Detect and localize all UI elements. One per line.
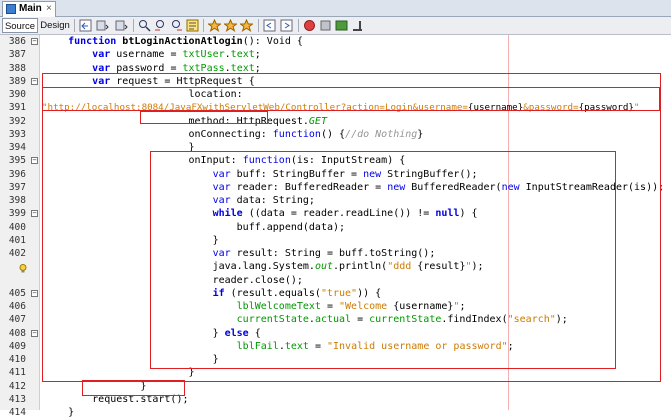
code-line: } (44, 234, 219, 246)
source-view-button[interactable]: Source (2, 18, 38, 33)
code-line: request.start(); (44, 393, 189, 405)
line-number: 394 (8, 142, 26, 153)
line-number: 395 (8, 155, 26, 167)
code-line: if (result.equals("true")) { (212, 287, 382, 299)
code-line: } (44, 380, 147, 392)
code-line: method: HttpRequest.GET (44, 115, 327, 127)
design-view-button[interactable]: Design (40, 18, 70, 33)
line-number: 409 (8, 340, 26, 352)
next-bookmark-icon[interactable] (240, 19, 253, 32)
toolbar-separator (74, 19, 75, 32)
code-line: while ((data = reader.readLine()) != nul… (212, 208, 478, 220)
code-editor[interactable]: function btLoginActionAtlogin(): Void { … (41, 35, 671, 418)
forward-icon[interactable] (115, 19, 128, 32)
line-number: 390 (8, 89, 26, 100)
line-number: 400 (8, 221, 26, 233)
toolbar-separator (298, 19, 299, 32)
fold-toggle-icon[interactable]: − (31, 157, 38, 165)
editor-tab-bar: Main × (0, 0, 671, 17)
code-line: lblWelcomeText = "Welcome {username}"; (236, 301, 466, 312)
line-number: 412 (8, 380, 26, 392)
tab-main-label: Main (19, 3, 42, 14)
line-number: 410 (8, 354, 26, 365)
code-line: } (44, 354, 219, 365)
line-number: 402 (8, 248, 26, 259)
line-number-gutter: 386−387 388 389−390 391 392 393 394 395−396 397 3… (0, 35, 40, 418)
close-tab-icon[interactable]: × (46, 3, 52, 14)
start-macro-icon[interactable] (303, 19, 316, 32)
editor-toolbar: Source Design (0, 17, 671, 35)
back-icon[interactable] (96, 19, 109, 32)
line-number: 407 (8, 314, 26, 326)
line-number: 411 (8, 367, 26, 379)
shift-right-icon[interactable] (280, 19, 293, 32)
stop-macro-icon[interactable] (319, 19, 332, 32)
code-line: reader.close(); (44, 274, 303, 286)
javafx-file-icon (6, 4, 16, 14)
code-line: "http://localhost:8084/JavaFXwithServlet… (42, 102, 640, 114)
comment-icon[interactable] (335, 19, 348, 32)
code-line: location: (44, 89, 243, 100)
code-line: lblFail.text = "Invalid username or pass… (236, 340, 514, 352)
fold-toggle-icon[interactable]: − (31, 329, 38, 337)
last-edit-icon[interactable] (79, 19, 92, 32)
code-line: var password = txtPass.text; (92, 62, 261, 74)
code-line: var buff: StringBuffer = new StringBuffe… (212, 168, 478, 180)
code-line: } else { (44, 327, 261, 339)
line-number: 386 (8, 36, 26, 47)
code-line: var data: String; (212, 195, 315, 206)
code-line: function btLoginActionAtlogin(): Void { (68, 36, 303, 47)
shift-left-icon[interactable] (263, 19, 276, 32)
code-line: onConnecting: function() {//do Nothing} (44, 128, 424, 140)
code-line: onInput: function(is: InputStream) { (44, 155, 406, 167)
line-number: 397 (8, 181, 26, 193)
line-number: 401 (8, 234, 26, 246)
lightbulb-hint-icon[interactable] (19, 264, 27, 273)
code-line: } (44, 407, 75, 418)
toolbar-separator (258, 19, 259, 32)
fold-toggle-icon[interactable]: − (31, 77, 38, 85)
line-number: 392 (8, 115, 26, 127)
find-previous-icon[interactable] (154, 19, 167, 32)
line-number: 398 (8, 195, 26, 206)
code-line: } (44, 367, 195, 379)
find-next-icon[interactable] (170, 19, 183, 32)
fold-toggle-icon[interactable]: − (31, 210, 38, 218)
line-number: 408 (8, 327, 26, 339)
code-line: var request = HttpRequest { (92, 75, 255, 87)
toolbar-separator (203, 19, 204, 32)
tab-main[interactable]: Main × (2, 1, 56, 17)
uncomment-icon[interactable] (351, 19, 364, 32)
toggle-highlight-icon[interactable] (186, 19, 199, 32)
code-line: currentState.actual = currentState.findI… (236, 314, 568, 326)
line-number: 389 (8, 75, 26, 87)
code-line: java.lang.System.out.println("ddd {resul… (44, 261, 484, 273)
line-number: 414 (8, 407, 26, 418)
fold-toggle-icon[interactable]: − (31, 38, 38, 45)
line-number: 405 (8, 287, 26, 299)
line-number: 393 (8, 128, 26, 140)
code-line: var result: String = buff.toString(); (212, 248, 436, 259)
find-selection-icon[interactable] (138, 19, 151, 32)
line-number: 391 (8, 102, 26, 114)
line-number: 413 (8, 393, 26, 405)
code-line: buff.append(data); (44, 221, 346, 233)
previous-bookmark-icon[interactable] (224, 19, 237, 32)
line-number: 388 (8, 62, 26, 74)
toggle-bookmark-icon[interactable] (208, 19, 221, 32)
toolbar-separator (133, 19, 134, 32)
line-number: 396 (8, 168, 26, 180)
code-line: var reader: BufferedReader = new Buffere… (212, 181, 665, 193)
code-line: var username = txtUser.text; (92, 49, 261, 61)
line-number: 399 (8, 208, 26, 220)
fold-toggle-icon[interactable]: − (31, 289, 38, 297)
line-number: 387 (8, 49, 26, 61)
code-line: } (44, 142, 195, 153)
line-number: 406 (8, 301, 26, 312)
